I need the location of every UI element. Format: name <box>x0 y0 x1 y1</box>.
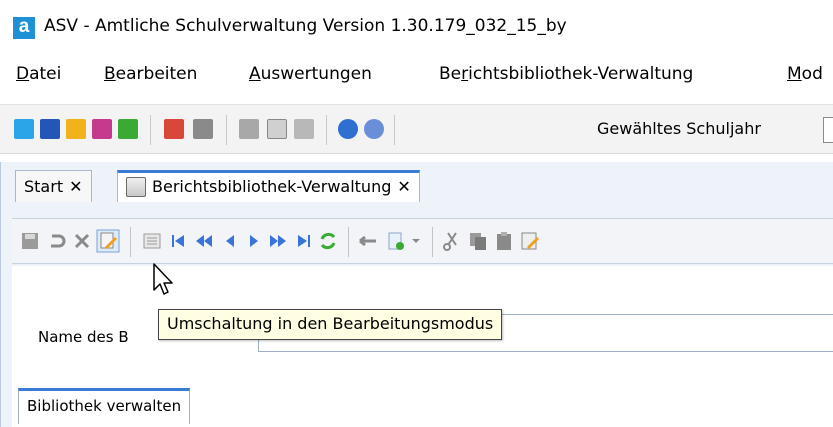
title-bar: a ASV - Amtliche Schulverwaltung Version… <box>0 0 833 56</box>
tab-start-label: Start <box>24 177 64 196</box>
new-document-icon[interactable] <box>386 231 406 251</box>
school-year-select[interactable] <box>823 117 833 143</box>
back-arrow-icon[interactable] <box>358 231 378 251</box>
people-icon[interactable] <box>14 119 34 139</box>
menu-bar: Datei Bearbeiten Auswertungen Berichtsbi… <box>0 58 833 94</box>
report-icon[interactable] <box>193 119 213 139</box>
asv-app-icon: a <box>13 17 35 39</box>
menu-accelerator: D <box>16 64 30 84</box>
paste-icon[interactable] <box>494 231 514 251</box>
tab-berichtsbibliothek-label: Berichtsbibliothek-Verwaltung <box>152 177 392 196</box>
toolbar-separator <box>150 115 151 145</box>
group-icon[interactable] <box>66 119 86 139</box>
menu-bearbeiten[interactable]: Bearbeiten <box>104 64 197 84</box>
tab-berichtsbibliothek-verwaltung[interactable]: Berichtsbibliothek-Verwaltung ✕ <box>117 170 420 202</box>
menu-accelerator: r <box>461 64 469 84</box>
menu-berichtsbibliothek-verwaltung[interactable]: Berichtsbibliothek-Verwaltung <box>439 64 693 84</box>
main-toolbar: Gewähltes Schuljahr <box>0 104 833 154</box>
menu-accelerator: B <box>104 64 116 84</box>
prev-icon[interactable] <box>220 231 240 251</box>
school-year-label: Gewähltes Schuljahr <box>597 119 761 138</box>
toolbar-separator <box>130 227 131 257</box>
dropdown-icon[interactable] <box>410 231 422 251</box>
window-icon[interactable] <box>267 119 287 139</box>
menu-auswertungen[interactable]: Auswertungen <box>249 64 372 84</box>
menu-datei[interactable]: Datei <box>16 64 61 84</box>
display-icon[interactable] <box>118 119 138 139</box>
close-icon[interactable]: ✕ <box>397 177 410 196</box>
edit-icon[interactable] <box>520 231 540 251</box>
toolbar-separator <box>326 115 327 145</box>
help-icon[interactable] <box>364 119 384 139</box>
copy-icon[interactable] <box>468 231 488 251</box>
edit-mode-icon[interactable] <box>96 229 120 253</box>
mouse-cursor-icon <box>153 263 173 295</box>
close-icon[interactable]: ✕ <box>69 177 82 196</box>
delete-icon[interactable] <box>72 231 92 251</box>
tab-start[interactable]: Start ✕ <box>15 170 92 202</box>
monitor-icon[interactable] <box>92 119 112 139</box>
lightning-icon[interactable] <box>294 119 314 139</box>
toolbar-separator <box>348 227 349 257</box>
toolbar-separator <box>226 115 227 145</box>
list-icon[interactable] <box>142 231 162 251</box>
toolbar-separator <box>394 115 395 145</box>
next-page-icon[interactable] <box>268 231 288 251</box>
menu-accelerator: A <box>249 64 261 84</box>
refresh-icon[interactable] <box>318 231 338 251</box>
first-icon[interactable] <box>168 231 188 251</box>
undo-icon[interactable] <box>46 231 66 251</box>
info-icon[interactable] <box>338 119 358 139</box>
save-icon[interactable] <box>20 231 40 251</box>
tooltip: Umschaltung in den Bearbeitungsmodus <box>158 309 503 340</box>
next-icon[interactable] <box>244 231 264 251</box>
prev-page-icon[interactable] <box>194 231 214 251</box>
window-title: ASV - Amtliche Schulverwaltung Version 1… <box>44 16 567 36</box>
cut-icon[interactable] <box>442 231 462 251</box>
gears-icon[interactable] <box>239 119 259 139</box>
record-toolbar <box>12 218 833 264</box>
report-icon <box>126 176 146 197</box>
toolbar-separator <box>432 227 433 257</box>
last-icon[interactable] <box>294 231 314 251</box>
book-icon[interactable] <box>164 119 184 139</box>
card-icon[interactable] <box>40 119 60 139</box>
name-field-label: Name des B <box>38 328 129 346</box>
menu-accelerator: M <box>787 64 802 84</box>
tab-bibliothek-verwalten[interactable]: Bibliothek verwalten <box>18 388 191 424</box>
menu-mod[interactable]: Mod <box>787 64 823 84</box>
